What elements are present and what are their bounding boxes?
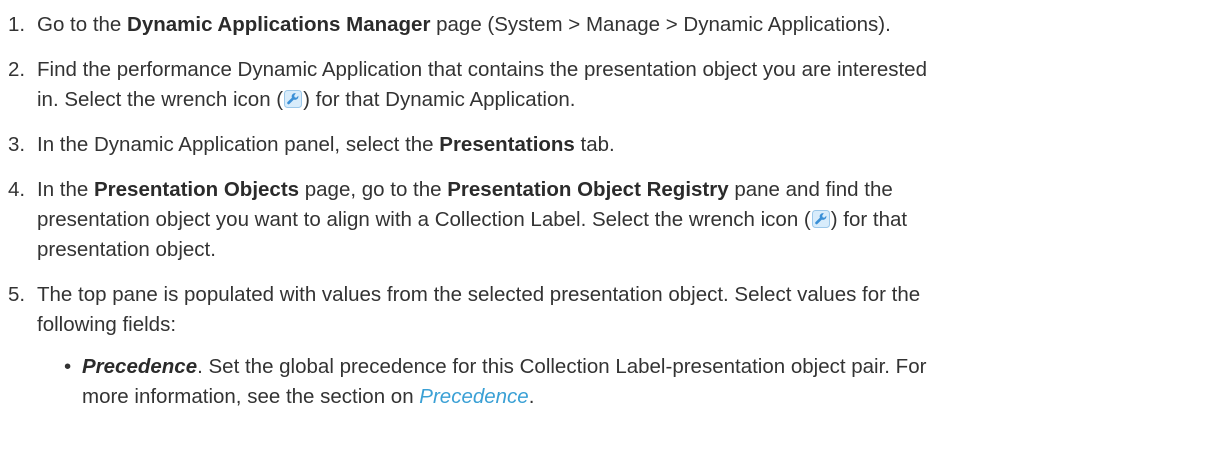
wrench-icon [811,210,830,228]
field-term: Precedence [82,355,198,378]
ui-term: Presentation Object Registry [447,178,729,201]
step-text: in. Select the wrench icon ( [37,88,284,111]
step-text: In the Dynamic Application panel, select… [37,133,440,156]
step-number: 4. [8,178,26,201]
step-4: 4. In the Presentation Objects page, go … [0,175,1219,265]
step-text: page, go to the [299,178,448,201]
precedence-link[interactable]: Precedence [419,385,528,408]
ui-term: Presentation Objects [94,178,300,201]
ui-term: Dynamic Applications Manager [127,13,431,36]
step-text: page (System > Manage > Dynamic Applicat… [430,13,891,36]
step-text: Go to the [37,13,128,36]
field-item-precedence: • Precedence. Set the global precedence … [37,352,1219,412]
field-text: . Set the global precedence for this Col… [197,355,927,378]
field-text: . [528,385,535,408]
field-list: • Precedence. Set the global precedence … [37,352,1219,412]
step-5: 5. The top pane is populated with values… [0,280,1219,412]
bullet: • [64,355,72,378]
step-text: pane and find the [728,178,893,201]
step-2: 2. Find the performance Dynamic Applicat… [0,55,1219,115]
step-number: 1. [8,13,26,36]
step-3: 3. In the Dynamic Application panel, sel… [0,130,1219,160]
field-text: more information, see the section on [82,385,420,408]
step-text: ) for that [830,208,908,231]
step-text: In the [37,178,94,201]
step-1: 1. Go to the Dynamic Applications Manage… [0,10,1219,40]
step-text: ) for that Dynamic Application. [303,88,576,111]
step-text: presentation object you want to align wi… [37,208,811,231]
procedure-steps: 1. Go to the Dynamic Applications Manage… [0,10,1219,427]
step-text: tab. [574,133,615,156]
document-body: 1. Go to the Dynamic Applications Manage… [0,0,1219,453]
step-number: 3. [8,133,26,156]
ui-term: Presentations [439,133,575,156]
step-text: following fields: [37,313,177,336]
step-text: The top pane is populated with values fr… [37,283,921,306]
step-text: presentation object. [37,238,216,261]
wrench-icon [284,90,303,108]
step-number: 2. [8,58,26,81]
step-number: 5. [8,283,26,306]
step-text: Find the performance Dynamic Application… [37,58,927,81]
